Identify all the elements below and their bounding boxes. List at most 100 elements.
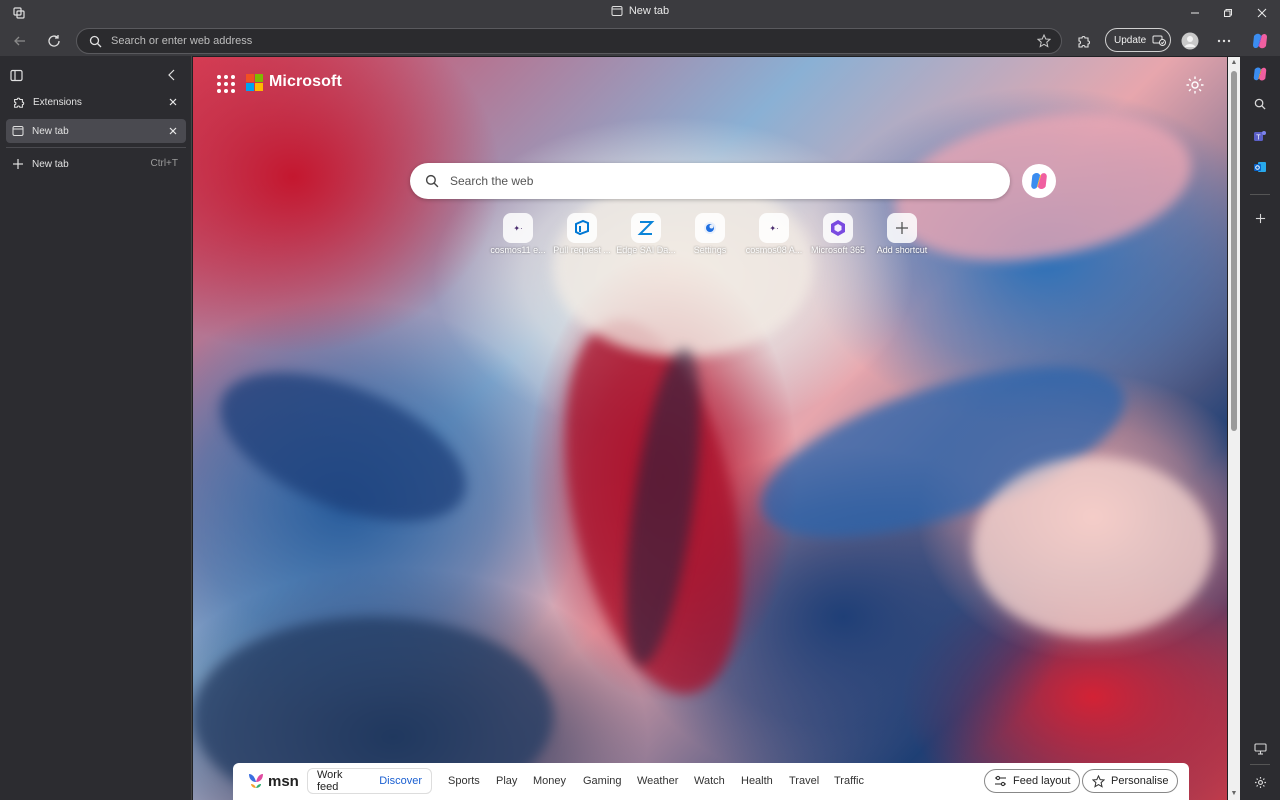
address-bar[interactable] <box>76 28 1062 54</box>
shortcut-tile[interactable]: ✦· cosmos11 e... <box>487 213 549 255</box>
shortcut-tile[interactable]: Pull request ... <box>551 213 613 255</box>
copilot-toolbar-button[interactable] <box>1248 29 1272 53</box>
new-tab-button[interactable]: New tab Ctrl+T <box>6 152 186 176</box>
page-settings-gear-icon[interactable] <box>1185 75 1205 95</box>
microsoft-365-icon <box>823 213 853 243</box>
personalise-button[interactable]: Personalise <box>1082 769 1179 793</box>
site-favicon-icon: ✦· <box>503 213 533 243</box>
microsoft-logo[interactable]: Microsoft <box>246 73 342 91</box>
extensions-button[interactable] <box>1071 29 1095 53</box>
shortcut-tile[interactable]: Microsoft 365 <box>807 213 869 255</box>
sidebar-add-button[interactable] <box>1250 208 1270 228</box>
close-window-button[interactable] <box>1253 4 1271 22</box>
nav-play[interactable]: Play <box>496 775 517 787</box>
refresh-button[interactable] <box>42 29 66 53</box>
search-icon <box>1254 98 1266 110</box>
sidebar-settings-button[interactable] <box>1250 772 1270 792</box>
gear-icon <box>1254 776 1266 788</box>
shortcut-label: Pull request ... <box>553 245 611 255</box>
sidebar-search-button[interactable] <box>1250 94 1270 114</box>
edge-settings-icon <box>695 213 725 243</box>
nav-money[interactable]: Money <box>533 775 566 787</box>
puzzle-icon <box>1077 35 1090 48</box>
shortcut-label: Settings <box>693 245 727 255</box>
more-menu-button[interactable] <box>1212 29 1236 53</box>
feed-toggle: Work feed Discover <box>307 768 432 794</box>
shortcut-tile[interactable]: Settings <box>679 213 741 255</box>
shortcut-label: cosmos08 A... <box>745 245 803 255</box>
site-favicon-icon: ✦· <box>759 213 789 243</box>
plus-icon <box>13 159 23 169</box>
back-button[interactable] <box>8 29 32 53</box>
nav-weather[interactable]: Weather <box>637 775 678 787</box>
background-art <box>199 342 487 552</box>
window-title-text: New tab <box>628 5 670 17</box>
new-tab-icon <box>12 126 24 136</box>
update-icon <box>1152 35 1167 46</box>
copilot-search-button[interactable] <box>1022 164 1056 198</box>
minimize-button[interactable] <box>1186 4 1204 22</box>
msn-logo[interactable]: msn <box>247 772 299 790</box>
divider <box>1250 764 1270 765</box>
scroll-thumb[interactable] <box>1231 71 1237 431</box>
scroll-down-arrow-icon[interactable]: ▼ <box>1230 790 1238 798</box>
toolbar: Update <box>0 26 1280 56</box>
tab-new-tab[interactable]: New tab <box>6 119 186 143</box>
feed-layout-button[interactable]: Feed layout <box>984 769 1081 793</box>
page-scrollbar[interactable]: ▲ ▼ <box>1228 57 1240 800</box>
collapse-pane-icon[interactable] <box>167 69 177 84</box>
plus-icon <box>887 213 917 243</box>
restore-button[interactable] <box>1219 4 1237 22</box>
add-shortcut-button[interactable]: Add shortcut <box>871 213 933 255</box>
nav-health[interactable]: Health <box>741 775 773 787</box>
work-feed-tab[interactable]: Work feed <box>308 769 370 793</box>
shortcut-label: cosmos11 e... <box>490 245 546 255</box>
outlook-icon <box>1254 162 1266 172</box>
screen-icon <box>1253 742 1267 755</box>
sidebar-teams-button[interactable]: T <box>1250 126 1270 146</box>
app-launcher-icon[interactable] <box>217 75 235 93</box>
microsoft-logo-icon <box>246 73 263 91</box>
msn-butterfly-icon <box>249 774 263 788</box>
nav-traffic[interactable]: Traffic <box>834 775 864 787</box>
update-button[interactable]: Update <box>1105 28 1171 52</box>
window-title: New tab <box>0 5 1280 17</box>
favorite-star-icon[interactable] <box>1037 34 1051 48</box>
search-icon <box>89 35 102 48</box>
scroll-up-arrow-icon[interactable]: ▲ <box>1230 59 1238 67</box>
nav-watch[interactable]: Watch <box>694 775 725 787</box>
tab-extensions[interactable]: Extensions <box>6 90 186 114</box>
update-label: Update <box>1114 34 1147 46</box>
more-icon <box>1217 39 1231 43</box>
sidebar-outlook-button[interactable] <box>1250 157 1270 177</box>
profile-button[interactable] <box>1178 29 1202 53</box>
shortcut-tile[interactable]: ✦· cosmos08 A... <box>743 213 805 255</box>
copilot-sidebar-button[interactable] <box>1250 64 1270 84</box>
web-search-box[interactable] <box>410 163 1010 199</box>
puzzle-icon <box>14 97 25 108</box>
copilot-icon <box>1031 172 1047 190</box>
web-search-input[interactable] <box>450 173 990 189</box>
divider <box>6 147 186 148</box>
back-arrow-icon <box>14 36 25 46</box>
tab-label: New tab <box>32 125 69 137</box>
nav-travel[interactable]: Travel <box>789 775 819 787</box>
nav-sports[interactable]: Sports <box>448 775 480 787</box>
close-tab-icon[interactable] <box>166 95 180 109</box>
sliders-icon <box>995 775 1006 787</box>
right-sidebar: T <box>1240 56 1280 800</box>
shortcut-label: Add shortcut <box>876 245 928 255</box>
new-tab-page: Microsoft ✦· cosmos11 e... Pull request … <box>193 57 1227 800</box>
shortcut-label: Microsoft 365 <box>810 245 866 255</box>
dashboard-icon <box>631 213 661 243</box>
close-tab-icon[interactable] <box>166 124 180 138</box>
sidebar-screen-cast-button[interactable] <box>1250 738 1270 758</box>
feed-layout-label: Feed layout <box>1013 775 1071 787</box>
copilot-icon <box>1253 67 1267 81</box>
teams-icon: T <box>1254 131 1266 142</box>
shortcut-tile[interactable]: Edge SAI Da... <box>615 213 677 255</box>
nav-gaming[interactable]: Gaming <box>583 775 622 787</box>
address-input[interactable] <box>111 33 1011 49</box>
discover-tab[interactable]: Discover <box>370 775 431 787</box>
tab-pane-toggle-icon[interactable] <box>10 69 23 85</box>
